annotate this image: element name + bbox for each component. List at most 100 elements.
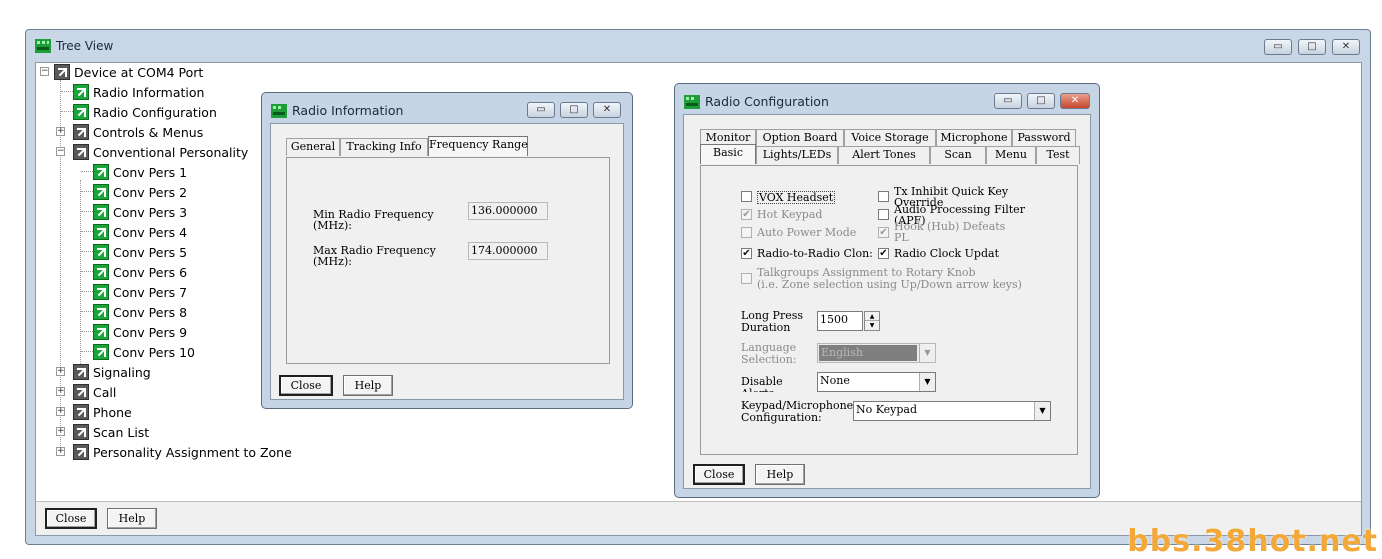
tab-frequency-range[interactable]: Frequency Range	[428, 136, 528, 156]
expand-icon[interactable]: +	[56, 447, 65, 456]
tree-node-phone[interactable]: Phone	[73, 403, 132, 421]
tx-inhibit-checkbox[interactable]	[878, 191, 889, 202]
tab-basic[interactable]: Basic	[700, 144, 756, 164]
collapse-icon[interactable]: −	[56, 147, 65, 156]
tab-strip: General Tracking Info Frequency Range	[286, 136, 536, 157]
tree-node-label: Device at COM4 Port	[74, 64, 204, 80]
maximize-button[interactable]: □	[1027, 93, 1055, 109]
expand-icon[interactable]: +	[56, 407, 65, 416]
disable-alerts-select[interactable]: None ▼	[817, 372, 936, 392]
page-icon	[93, 164, 109, 180]
tree-node-scan-list[interactable]: Scan List	[73, 423, 149, 441]
tab-option-board[interactable]: Option Board	[756, 129, 844, 147]
tree-node-personality-assignment[interactable]: Personality Assignment to Zone	[73, 443, 292, 461]
app-icon	[684, 95, 700, 109]
tree-node-call[interactable]: Call	[73, 383, 116, 401]
tab-scan[interactable]: Scan	[930, 146, 986, 164]
tree-node-root[interactable]: Device at COM4 Port	[54, 63, 203, 81]
tree-node-conv-pers[interactable]: Conv Pers 10	[93, 343, 195, 361]
vox-headset-label: VOX Headset	[757, 191, 836, 204]
page-icon	[93, 284, 109, 300]
tree-node-radio-configuration[interactable]: Radio Configuration	[73, 103, 217, 121]
expand-icon[interactable]: +	[56, 367, 65, 376]
tree-node-conv-pers[interactable]: Conv Pers 7	[93, 283, 187, 301]
close-button[interactable]: Close	[693, 464, 745, 485]
minimize-button[interactable]: ▭	[994, 93, 1022, 109]
maximize-button[interactable]: □	[560, 102, 588, 118]
close-window-button[interactable]: ✕	[1332, 39, 1360, 55]
hook-defeats-checkbox[interactable]: ✔	[878, 227, 889, 238]
expand-icon[interactable]: +	[56, 127, 65, 136]
tree-node-controls-menus[interactable]: Controls & Menus	[73, 123, 203, 141]
hot-keypad-checkbox[interactable]: ✔	[741, 209, 752, 220]
collapse-icon[interactable]: −	[40, 67, 49, 76]
close-icon: ✕	[602, 104, 612, 115]
expand-icon[interactable]: +	[56, 427, 65, 436]
tree-node-label: Conv Pers 8	[113, 304, 188, 320]
tree-node-label: Signaling	[93, 364, 151, 380]
close-dialog-button[interactable]: ✕	[593, 102, 621, 118]
tree-connector	[80, 180, 81, 380]
radio-clock-checkbox[interactable]: ✔	[878, 248, 889, 259]
expand-icon[interactable]: +	[56, 387, 65, 396]
tree-node-conv-pers[interactable]: Conv Pers 8	[93, 303, 187, 321]
spin-up-icon[interactable]: ▲	[865, 312, 879, 321]
close-dialog-button[interactable]: ✕	[1060, 93, 1090, 109]
tab-voice-storage[interactable]: Voice Storage	[844, 129, 936, 147]
help-button[interactable]: Help	[107, 508, 157, 529]
disable-alerts-label: Disable	[741, 375, 783, 388]
app-icon	[35, 39, 51, 53]
page-icon	[93, 304, 109, 320]
app-icon	[271, 104, 287, 118]
folder-icon	[73, 144, 89, 160]
help-button[interactable]: Help	[343, 375, 393, 396]
tree-node-conv-pers[interactable]: Conv Pers 5	[93, 243, 187, 261]
close-button[interactable]: Close	[45, 508, 97, 529]
tab-alert-tones[interactable]: Alert Tones	[838, 146, 930, 164]
chevron-down-icon: ▼	[919, 373, 935, 391]
tree-node-radio-information[interactable]: Radio Information	[73, 83, 204, 101]
close-button[interactable]: Close	[279, 375, 333, 396]
radio-clock-label: Radio Clock Updat	[894, 247, 999, 260]
long-press-input[interactable]: 1500	[817, 311, 863, 331]
spin-down-icon[interactable]: ▼	[865, 321, 879, 330]
long-press-spinner[interactable]: ▲ ▼	[864, 311, 880, 331]
help-button[interactable]: Help	[755, 464, 805, 485]
folder-icon	[73, 364, 89, 380]
folder-icon	[73, 444, 89, 460]
tree-node-conv-pers[interactable]: Conv Pers 9	[93, 323, 187, 341]
tab-password[interactable]: Password	[1012, 129, 1076, 147]
radio-clone-checkbox[interactable]: ✔	[741, 248, 752, 259]
tree-node-label: Conv Pers 9	[113, 324, 188, 340]
vox-headset-checkbox[interactable]	[741, 191, 752, 202]
auto-power-checkbox[interactable]	[741, 227, 752, 238]
page-icon	[73, 104, 89, 120]
tree-node-label: Conv Pers 1	[113, 164, 188, 180]
tree-node-conv-pers[interactable]: Conv Pers 6	[93, 263, 187, 281]
maximize-button[interactable]: □	[1298, 39, 1326, 55]
keypad-config-value: No Keypad	[856, 403, 918, 416]
minimize-button[interactable]: ▭	[527, 102, 555, 118]
tree-node-conv-pers[interactable]: Conv Pers 2	[93, 183, 187, 201]
tab-microphone[interactable]: Microphone	[936, 129, 1012, 147]
tree-node-conventional-personality[interactable]: Conventional Personality	[73, 143, 248, 161]
language-label-2: Selection:	[741, 353, 797, 366]
audio-processing-checkbox[interactable]	[878, 209, 889, 220]
language-select[interactable]: English ▼	[817, 343, 936, 363]
tree-node-signaling[interactable]: Signaling	[73, 363, 151, 381]
tab-tracking-info[interactable]: Tracking Info	[340, 138, 428, 156]
tree-node-conv-pers[interactable]: Conv Pers 4	[93, 223, 187, 241]
tab-menu[interactable]: Menu	[986, 146, 1036, 164]
tree-node-conv-pers[interactable]: Conv Pers 3	[93, 203, 187, 221]
tab-general[interactable]: General	[286, 138, 340, 156]
tab-test[interactable]: Test	[1036, 146, 1080, 164]
tab-lights-leds[interactable]: Lights/LEDs	[756, 146, 838, 164]
keypad-config-select[interactable]: No Keypad ▼	[853, 401, 1051, 421]
page-icon	[73, 84, 89, 100]
tree-node-conv-pers[interactable]: Conv Pers 1	[93, 163, 187, 181]
hook-defeats-label-2: PL	[894, 231, 909, 244]
talkgroups-checkbox[interactable]	[741, 273, 752, 284]
minimize-button[interactable]: ▭	[1264, 39, 1292, 55]
tree-node-label: Controls & Menus	[93, 124, 204, 140]
tree-view-titlebar[interactable]: Tree View ▭ □ ✕	[26, 30, 1370, 60]
